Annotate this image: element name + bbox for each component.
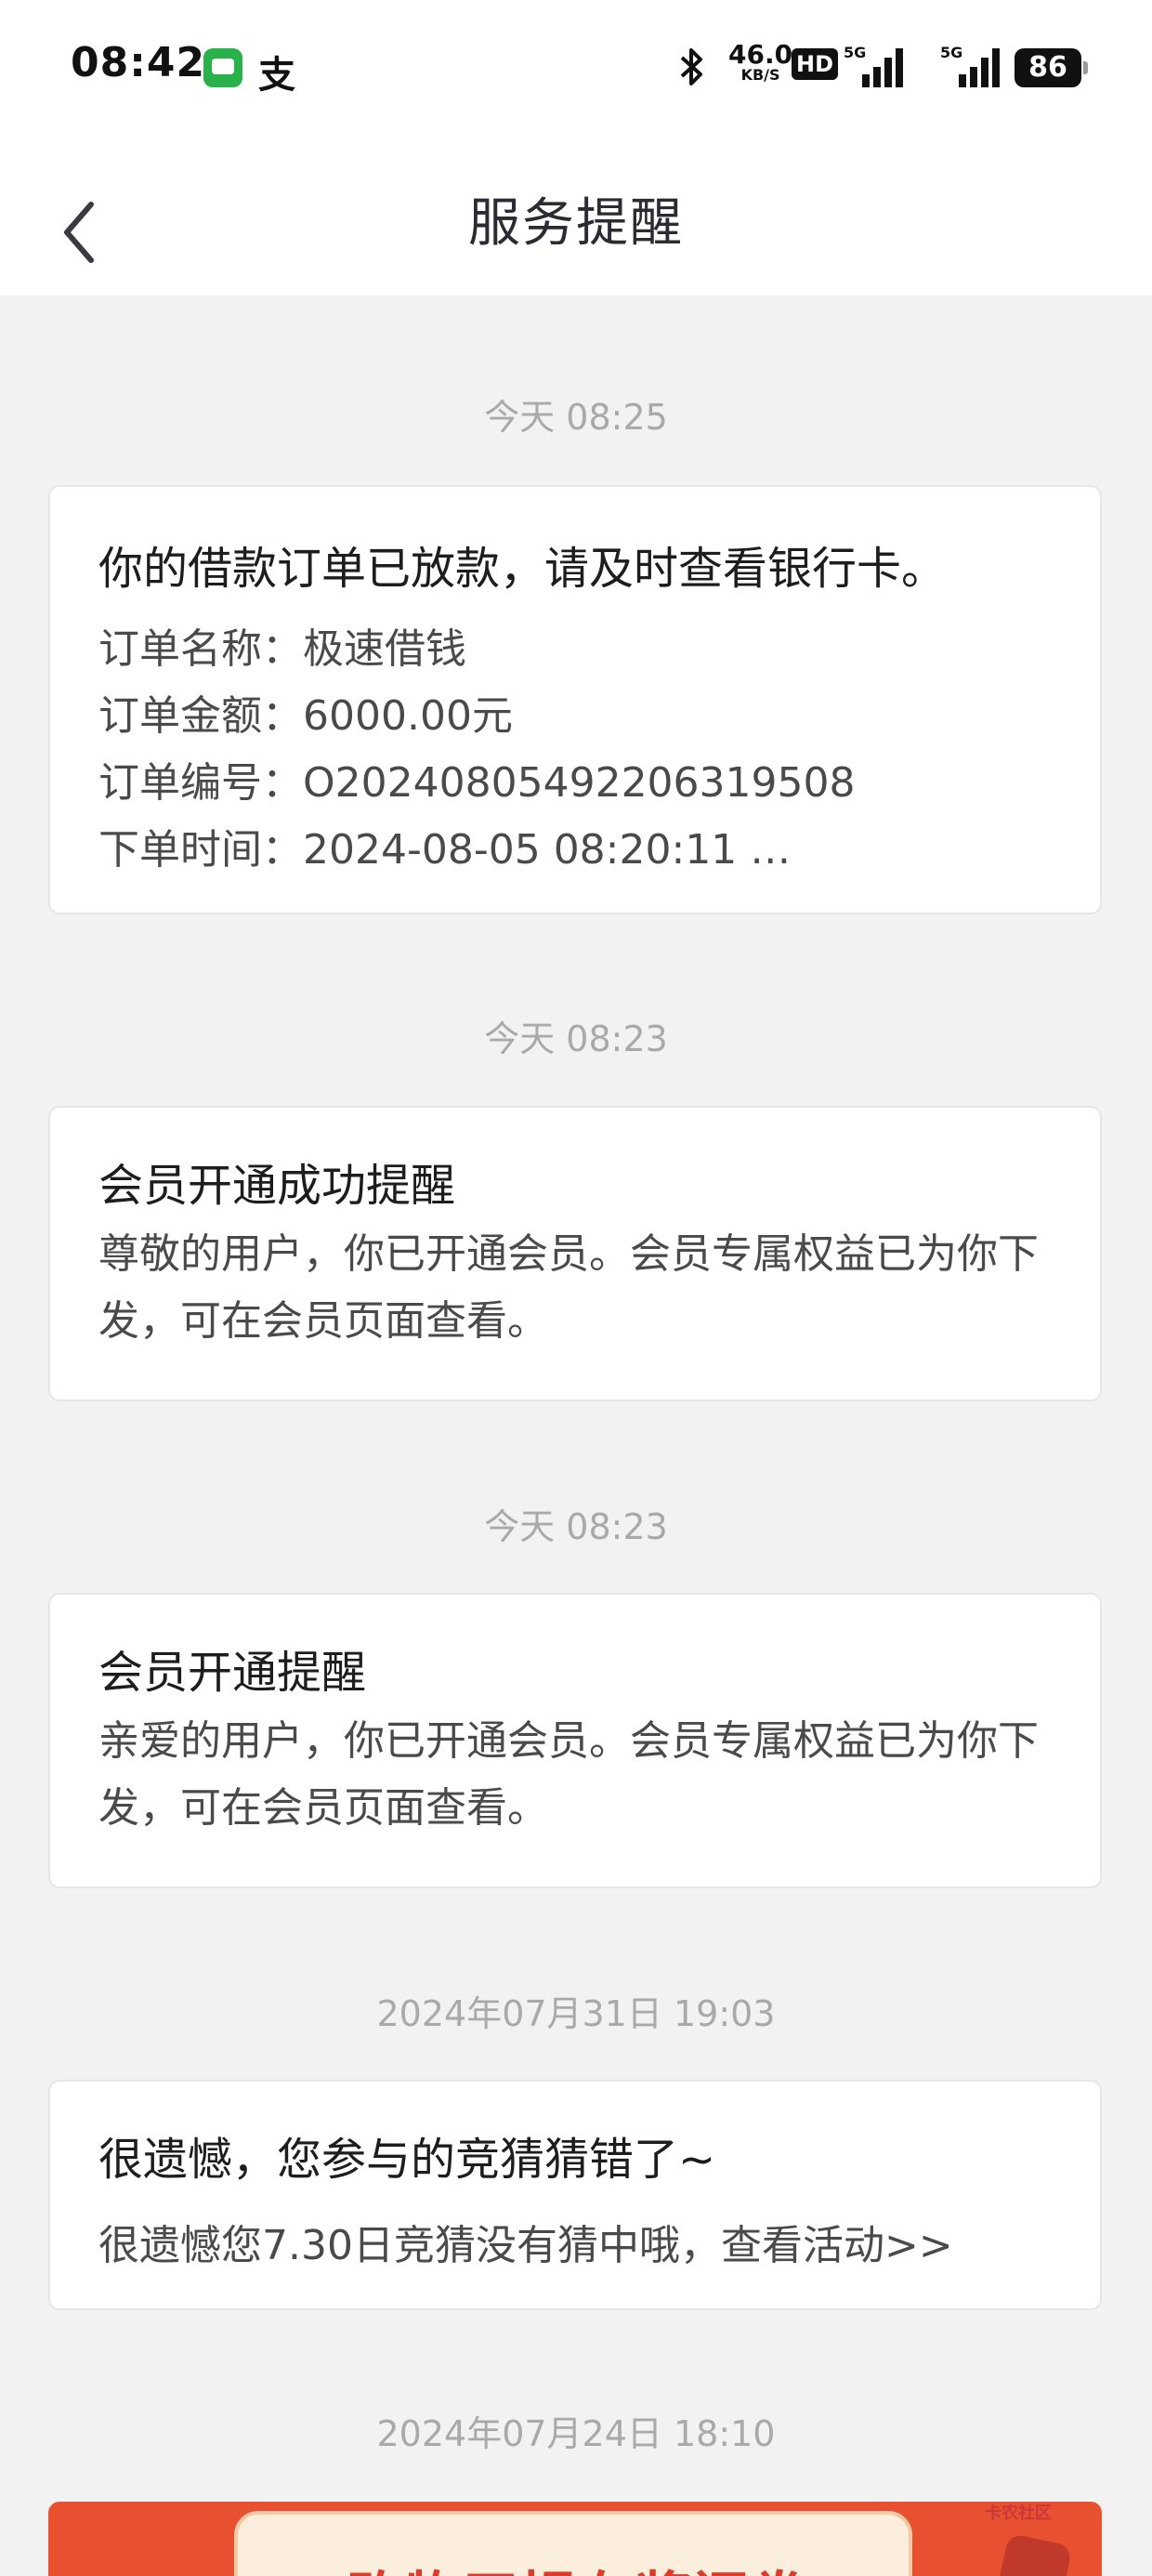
order-amount-line: 订单金额：6000.00元	[98, 692, 513, 740]
signal-2-icon: 5G	[940, 44, 1000, 87]
watermark-logo: 卡农社区	[985, 2504, 1052, 2523]
order-name-line: 订单名称：极速借钱	[98, 625, 466, 673]
message-timestamp: 今天 08:23	[484, 1019, 668, 1059]
message-title: 很遗憾，您参与的竞猜猜错了~	[98, 2134, 716, 2186]
alipay-app-icon: 支	[258, 54, 295, 97]
message-timestamp: 2024年07月31日 19:03	[376, 1993, 776, 2034]
hd-badge: HD	[792, 48, 839, 80]
message-title: 会员开通成功提醒	[98, 1160, 456, 1212]
svg-text:5G: 5G	[844, 44, 866, 61]
signal-1-icon: 5G	[844, 44, 903, 87]
nav-bar: 服务提醒	[0, 139, 1152, 296]
message-title: 你的借款订单已放款，请及时查看银行卡。	[98, 543, 947, 595]
message-timestamp: 今天 08:25	[484, 397, 668, 438]
bluetooth-icon	[680, 48, 702, 85]
message-body: 尊敬的用户，你已开通会员。会员专属权益已为你下发，可在会员页面查看。	[98, 1230, 1039, 1345]
message-timestamp: 2024年07月24日 18:10	[376, 2413, 776, 2454]
message-body: 很遗憾您7.30日竞猜没有猜中哦，查看活动>>	[98, 2222, 953, 2269]
message-card-loan[interactable]: 你的借款订单已放款，请及时查看银行卡。 订单名称：极速借钱 订单金额：6000.…	[48, 485, 1102, 914]
survey-banner[interactable]: 购物习惯有奖问卷	[48, 2502, 1102, 2576]
message-body: 亲爱的用户，你已开通会员。会员专属权益已为你下发，可在会员页面查看。	[98, 1717, 1039, 1832]
message-card-member-success[interactable]: 会员开通成功提醒 尊敬的用户，你已开通会员。会员专属权益已为你下发，可在会员页面…	[48, 1106, 1102, 1401]
status-time: 08:42	[71, 39, 206, 86]
message-card-member[interactable]: 会员开通提醒 亲爱的用户，你已开通会员。会员专属权益已为你下发，可在会员页面查看…	[48, 1593, 1102, 1888]
message-title: 会员开通提醒	[98, 1647, 367, 1699]
battery-icon: 86	[1015, 48, 1088, 87]
order-time-line: 下单时间：2024-08-05 08:20:11 …	[98, 826, 792, 874]
messages-app-icon	[203, 48, 242, 87]
network-speed: 46.0 KB/S	[728, 42, 792, 84]
svg-text:5G: 5G	[940, 44, 962, 61]
message-card-guess[interactable]: 很遗憾，您参与的竞猜猜错了~ 很遗憾您7.30日竞猜没有猜中哦，查看活动>>	[48, 2080, 1102, 2310]
survey-banner-title: 购物习惯有奖问卷	[238, 2552, 916, 2576]
gift-icon	[991, 2532, 1073, 2576]
page-title: 服务提醒	[468, 193, 684, 254]
order-number-line: 订单编号：O2024080549220631​9508	[98, 759, 856, 807]
survey-banner-panel: 购物习惯有奖问卷	[234, 2511, 912, 2576]
message-timestamp: 今天 08:23	[484, 1506, 668, 1547]
status-bar: 08:42 支 46.0 KB/S HD 5G 5G 86	[0, 0, 1152, 139]
